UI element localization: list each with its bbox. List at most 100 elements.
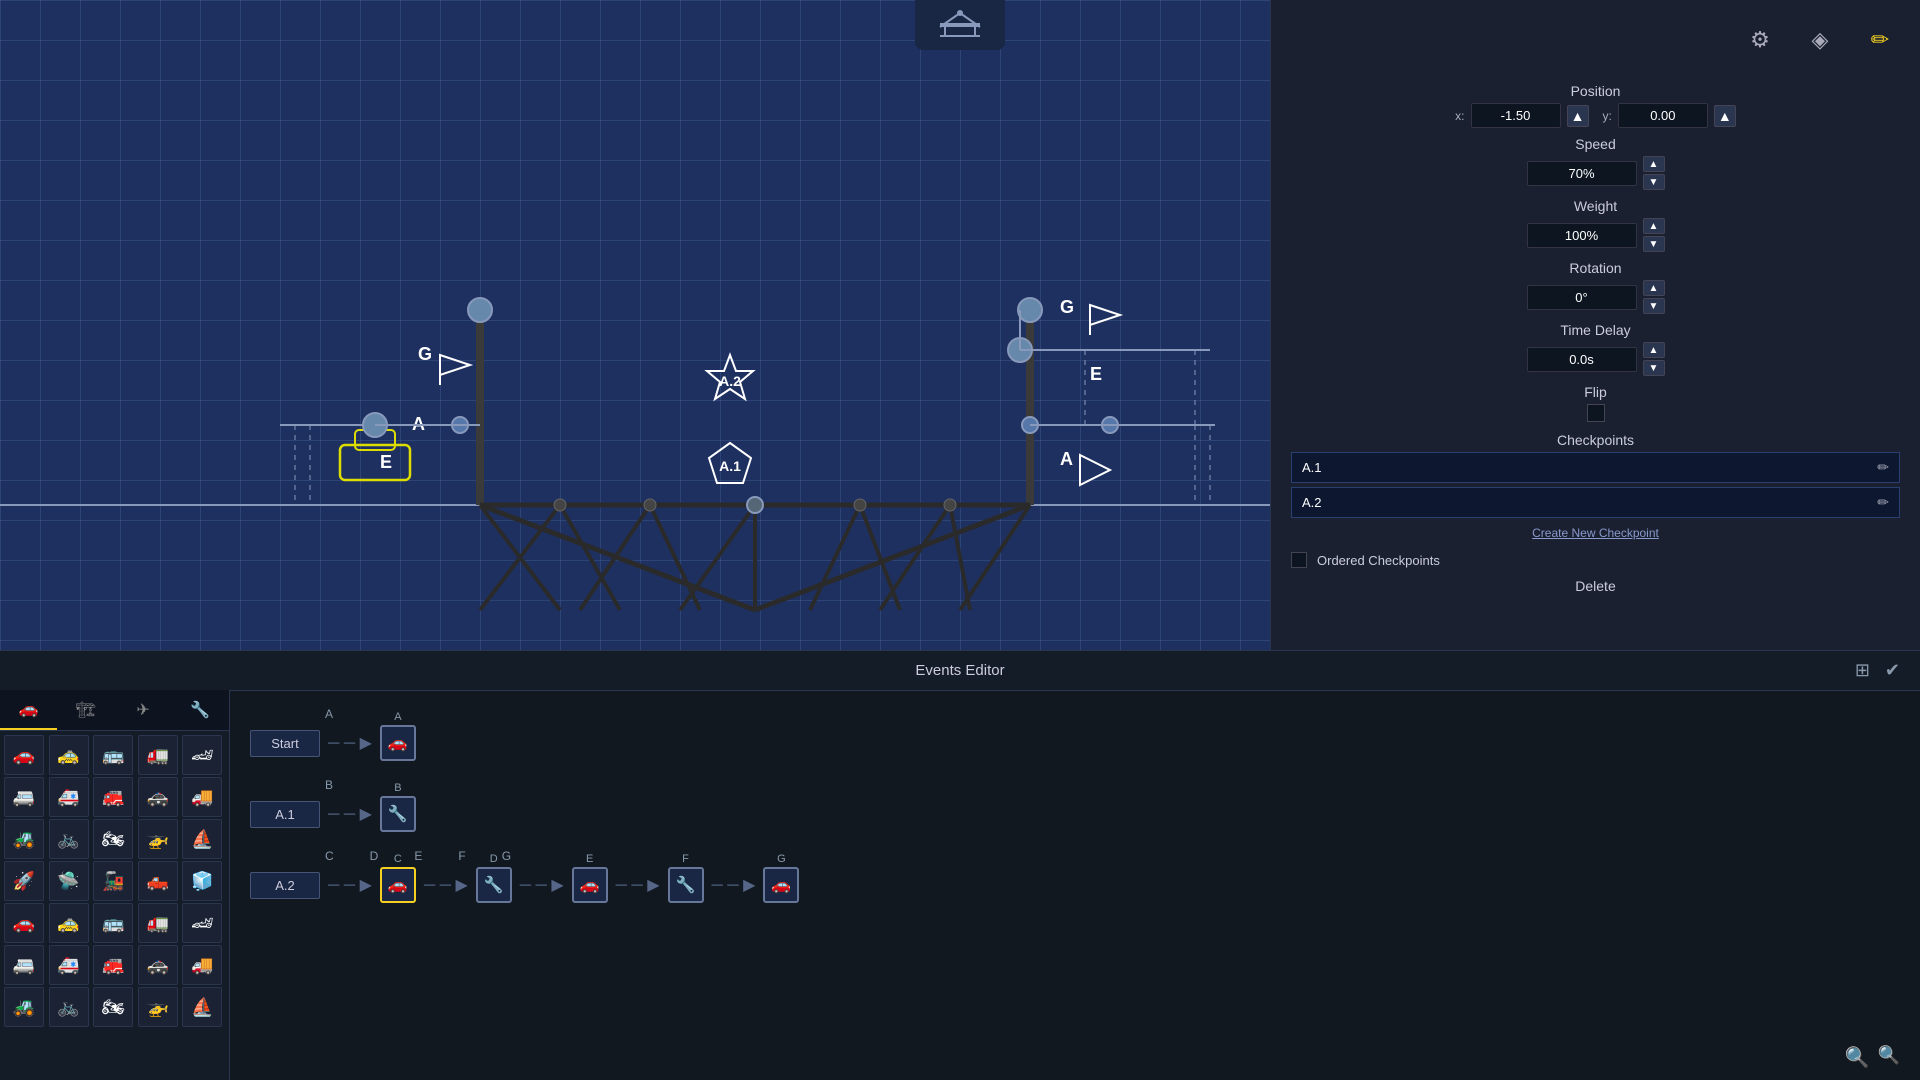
settings-button[interactable]: ⚙ [1740,20,1780,60]
col-label-f: F [458,849,465,863]
vehicle-tabs: 🚗 🏗 ✈ 🔧 [0,690,229,731]
vehicle-cell-8[interactable]: 🚓 [138,777,178,817]
time-delay-row: ▲ ▼ [1291,342,1900,376]
vehicle-cell-28[interactable]: 🚓 [138,945,178,985]
arrow-a1-b: ─ ─ ▶ [328,804,372,824]
events-grid-icon[interactable]: ⊞ [1855,660,1870,681]
vehicle-cell-31[interactable]: 🚲 [49,987,89,1027]
arrow-d-e: ─ ─ ▶ [520,875,564,895]
time-delay-up-btn[interactable]: ▲ [1643,342,1665,358]
right-panel: ⚙ ◈ ✏ Position x: ▲ y: ▲ Speed ▲ ▼ Weigh… [1270,0,1920,650]
vehicle-cell-0[interactable]: 🚗 [4,735,44,775]
vehicle-cell-25[interactable]: 🚐 [4,945,44,985]
weight-down-btn[interactable]: ▼ [1643,236,1665,252]
node-e[interactable]: 🚗 E [572,867,608,903]
panel-header: ⚙ ◈ ✏ [1291,10,1900,75]
node-f-label: F [682,853,689,865]
ordered-checkpoints-checkbox[interactable] [1291,552,1307,568]
speed-input[interactable] [1527,161,1637,186]
tab-plane[interactable]: ✈ [115,690,172,730]
vehicle-cell-4[interactable]: 🏎 [182,735,222,775]
node-b[interactable]: 🔧 B [380,796,416,832]
svg-text:E: E [1090,364,1102,384]
checkpoint-a1-item[interactable]: A.1 ✏ [1291,452,1900,483]
vehicle-cell-16[interactable]: 🛸 [49,861,89,901]
tab-wrench[interactable]: 🔧 [172,690,229,730]
flip-checkbox[interactable] [1587,404,1605,422]
pos-y-label: y: [1603,109,1612,123]
weight-label: Weight [1291,198,1900,214]
col-label-c: C [325,849,334,863]
rotation-down-btn[interactable]: ▼ [1643,298,1665,314]
vehicle-cell-32[interactable]: 🏍 [93,987,133,1027]
vehicle-cell-23[interactable]: 🚛 [138,903,178,943]
speed-down-btn[interactable]: ▼ [1643,174,1665,190]
checkpoint-a1-edit-icon[interactable]: ✏ [1877,459,1889,476]
vehicle-cell-20[interactable]: 🚗 [4,903,44,943]
delete-button[interactable]: Delete [1575,578,1615,594]
vehicle-cell-6[interactable]: 🚑 [49,777,89,817]
vehicle-cell-13[interactable]: 🚁 [138,819,178,859]
event-row-b: B A.1 ─ ─ ▶ 🔧 B [250,796,1250,832]
rotation-input[interactable] [1527,285,1637,310]
node-g[interactable]: 🚗 G [763,867,799,903]
svg-text:G: G [1060,297,1074,317]
event-row-b-content: A.1 ─ ─ ▶ 🔧 B [250,796,1250,832]
pos-y-up-btn[interactable]: ▲ [1714,105,1736,127]
vehicle-cell-2[interactable]: 🚌 [93,735,133,775]
node-d[interactable]: 🔧 D [476,867,512,903]
rotation-up-btn[interactable]: ▲ [1643,280,1665,296]
tab-car[interactable]: 🚗 [0,690,57,730]
vehicle-cell-21[interactable]: 🚕 [49,903,89,943]
time-delay-label: Time Delay [1291,322,1900,338]
vehicle-cell-24[interactable]: 🏎 [182,903,222,943]
checkpoint-a2-edit-icon[interactable]: ✏ [1877,494,1889,511]
vehicle-cell-29[interactable]: 🚚 [182,945,222,985]
edit-button[interactable]: ✏ [1860,20,1900,60]
vehicle-cell-18[interactable]: 🛻 [138,861,178,901]
vehicle-cell-9[interactable]: 🚚 [182,777,222,817]
trigger-a2[interactable]: A.2 [250,872,320,899]
node-f[interactable]: 🔧 F [668,867,704,903]
trigger-start[interactable]: Start [250,730,320,757]
vehicle-cell-1[interactable]: 🚕 [49,735,89,775]
vehicle-cell-5[interactable]: 🚐 [4,777,44,817]
pos-x-label: x: [1455,109,1464,123]
vehicle-cell-33[interactable]: 🚁 [138,987,178,1027]
trigger-a1[interactable]: A.1 [250,801,320,828]
zoom-in-icon[interactable]: 🔍 [1845,1045,1870,1070]
weight-input[interactable] [1527,223,1637,248]
svg-text:E: E [380,452,392,472]
rotation-row: ▲ ▼ [1291,280,1900,314]
events-confirm-icon[interactable]: ✔ [1885,660,1900,681]
checkpoint-a2-item[interactable]: A.2 ✏ [1291,487,1900,518]
vehicle-cell-27[interactable]: 🚒 [93,945,133,985]
transform-button[interactable]: ◈ [1800,20,1840,60]
node-c[interactable]: 🚗 C [380,867,416,903]
vehicle-cell-14[interactable]: ⛵ [182,819,222,859]
create-checkpoint-button[interactable]: Create New Checkpoint [1291,522,1900,544]
weight-up-btn[interactable]: ▲ [1643,218,1665,234]
vehicle-cell-15[interactable]: 🚀 [4,861,44,901]
vehicle-cell-22[interactable]: 🚌 [93,903,133,943]
vehicle-cell-30[interactable]: 🚜 [4,987,44,1027]
vehicle-cell-34[interactable]: ⛵ [182,987,222,1027]
time-delay-down-btn[interactable]: ▼ [1643,360,1665,376]
checkpoint-a2-label: A.2 [1302,495,1322,510]
vehicle-cell-11[interactable]: 🚲 [49,819,89,859]
position-y-input[interactable] [1618,103,1708,128]
tab-crane[interactable]: 🏗 [57,690,114,730]
vehicle-cell-3[interactable]: 🚛 [138,735,178,775]
zoom-out-icon[interactable]: 🔍 [1878,1045,1900,1070]
speed-up-btn[interactable]: ▲ [1643,156,1665,172]
vehicle-cell-12[interactable]: 🏍 [93,819,133,859]
vehicle-cell-26[interactable]: 🚑 [49,945,89,985]
node-a[interactable]: 🚗 A [380,725,416,761]
vehicle-cell-7[interactable]: 🚒 [93,777,133,817]
vehicle-cell-10[interactable]: 🚜 [4,819,44,859]
pos-x-up-btn[interactable]: ▲ [1567,105,1589,127]
vehicle-cell-19[interactable]: 🧊 [182,861,222,901]
position-x-input[interactable] [1471,103,1561,128]
time-delay-input[interactable] [1527,347,1637,372]
vehicle-cell-17[interactable]: 🚂 [93,861,133,901]
